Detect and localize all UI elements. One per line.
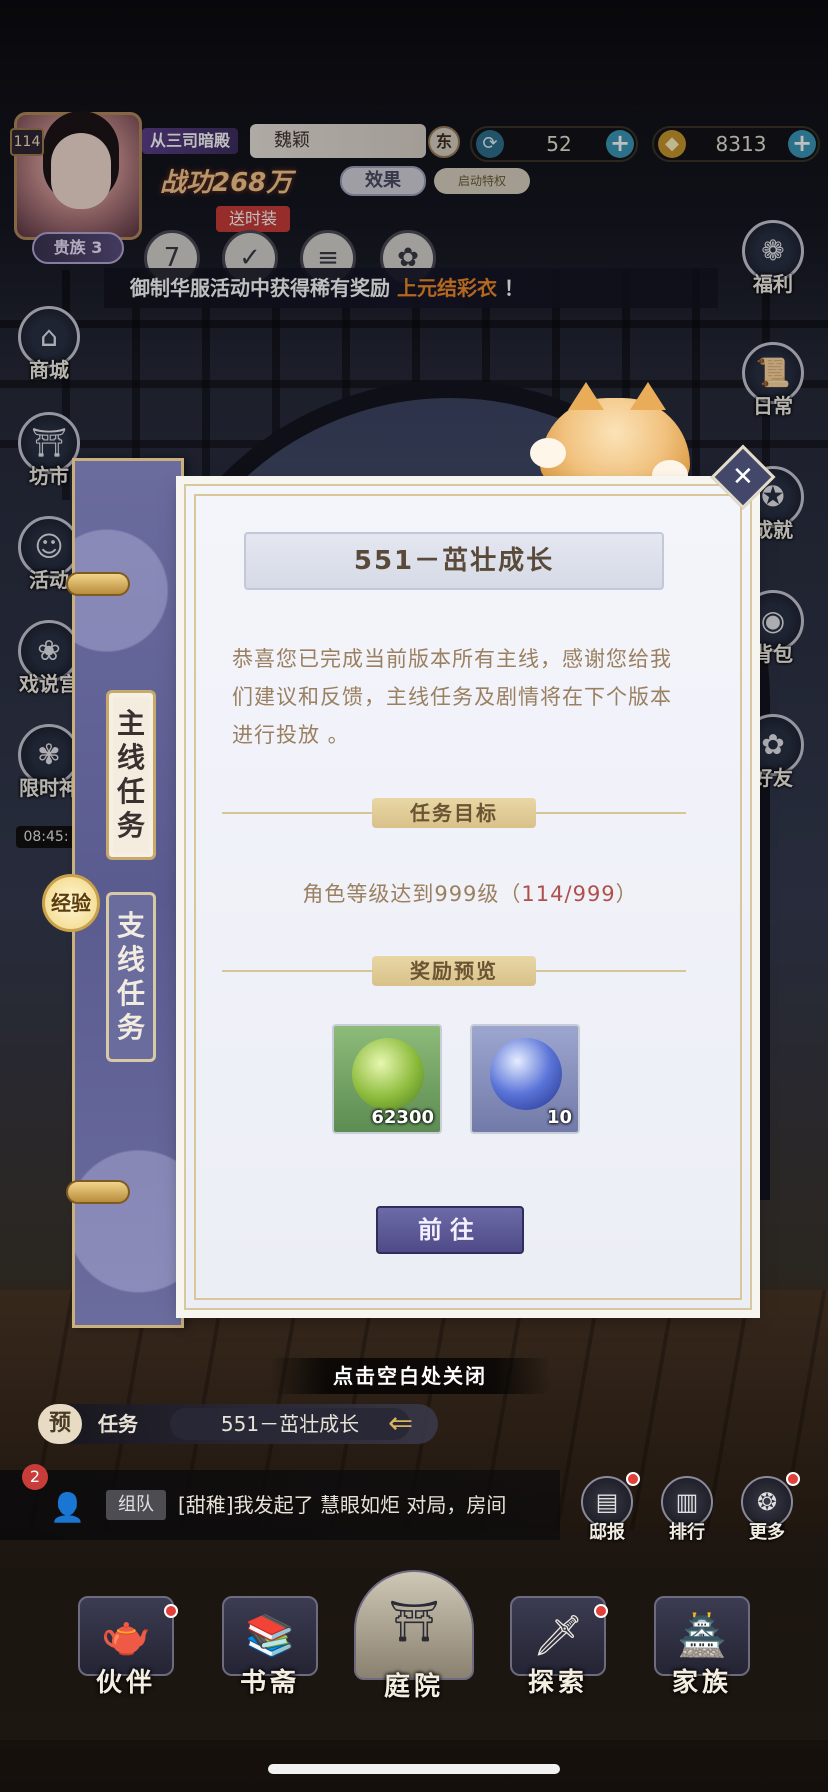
reward-item-exp[interactable]: 62300 [332, 1024, 442, 1134]
ranking-label: 排行 [669, 1522, 705, 1543]
reward-qty: 62300 [371, 1107, 434, 1128]
quest-dialog: 551－茁壮成长 恭喜您已完成当前版本所有主线，感谢您给我们建议和反馈，主线任务… [184, 484, 752, 1310]
nav-clan[interactable]: 🏯 家族 [642, 1596, 762, 1699]
chat-unread-badge: 2 [22, 1464, 48, 1490]
divider-left [222, 970, 372, 972]
nav-partners-label: 伙伴 [95, 1668, 156, 1698]
go-button[interactable]: 前往 [376, 1206, 524, 1254]
cat-ear-right [630, 382, 666, 410]
goal-end: ） [615, 882, 638, 906]
goal-requirement: 角色等级达到999级（ [302, 882, 522, 906]
close-icon: ✕ [732, 461, 754, 492]
newspaper-button[interactable]: ▤ 邸报 [576, 1476, 638, 1544]
task-label: 任务 [98, 1412, 138, 1436]
reward-section-label: 奖励预览 [372, 956, 536, 986]
nav-study[interactable]: 📚 书斋 [210, 1596, 330, 1699]
tab-side-quest-label: 支线任务 [116, 909, 145, 1044]
current-task-bar[interactable]: 预 任务 551－茁壮成长 [38, 1404, 438, 1444]
more-label: 更多 [749, 1522, 785, 1543]
reward-section-header: 奖励预览 [222, 956, 686, 986]
quest-description: 恭喜您已完成当前版本所有主线，感谢您给我们建议和反馈，主线任务及剧情将在下个版本… [232, 647, 672, 747]
crystal-orb-icon [490, 1038, 562, 1110]
quest-title: 551－茁壮成长 [244, 532, 664, 590]
goal-section-header: 任务目标 [222, 798, 686, 828]
cat-ear-left [568, 382, 604, 410]
notification-dot [164, 1604, 178, 1618]
divider-right [536, 970, 686, 972]
goal-progress: 114/999 [521, 882, 616, 906]
task-name: 551－茁壮成长 [170, 1408, 410, 1440]
nav-study-label: 书斋 [239, 1668, 300, 1698]
exp-badge: 经验 [42, 874, 100, 932]
newspaper-label: 邸报 [589, 1522, 625, 1543]
scroll-roller-bottom [66, 1180, 130, 1204]
nav-explore-label: 探索 [527, 1668, 588, 1698]
notification-dot [626, 1472, 640, 1486]
tab-side-quest[interactable]: 支线任务 [106, 892, 156, 1062]
notification-dot [786, 1472, 800, 1486]
nav-courtyard[interactable]: ⛩ 庭院 [354, 1570, 474, 1703]
reward-qty: 10 [546, 1107, 572, 1128]
scroll-roller-top [66, 572, 130, 596]
tab-main-quest[interactable]: 主线任务 [106, 690, 156, 860]
chat-channel-tag: 组队 [106, 1490, 166, 1520]
ranking-button[interactable]: ▥ 排行 [656, 1476, 718, 1544]
herb-icon [352, 1038, 424, 1110]
goal-section-label: 任务目标 [372, 798, 536, 828]
tab-main-quest-label: 主线任务 [116, 707, 145, 842]
divider-left [222, 812, 372, 814]
cat-paw-left [530, 438, 566, 468]
goal-text: 角色等级达到999级（114/999） [186, 878, 754, 908]
nav-courtyard-label: 庭院 [383, 1672, 444, 1702]
divider-right [536, 812, 686, 814]
task-prefix: 预 [38, 1404, 82, 1444]
home-indicator[interactable] [268, 1764, 560, 1774]
close-hint: 点击空白处关闭 [270, 1358, 550, 1394]
pavilion-icon: ⛩ [354, 1570, 474, 1680]
task-arrow-icon[interactable]: ⇐ [388, 1408, 446, 1440]
chat-user-icon[interactable]: 👤 [50, 1490, 90, 1526]
more-button[interactable]: ❂ 更多 [736, 1476, 798, 1544]
reward-item-orb[interactable]: 10 [470, 1024, 580, 1134]
nav-clan-label: 家族 [671, 1668, 732, 1698]
chat-message: [甜稚]我发起了 慧眼如炬 对局，房间 [178, 1493, 507, 1517]
notification-dot [594, 1604, 608, 1618]
